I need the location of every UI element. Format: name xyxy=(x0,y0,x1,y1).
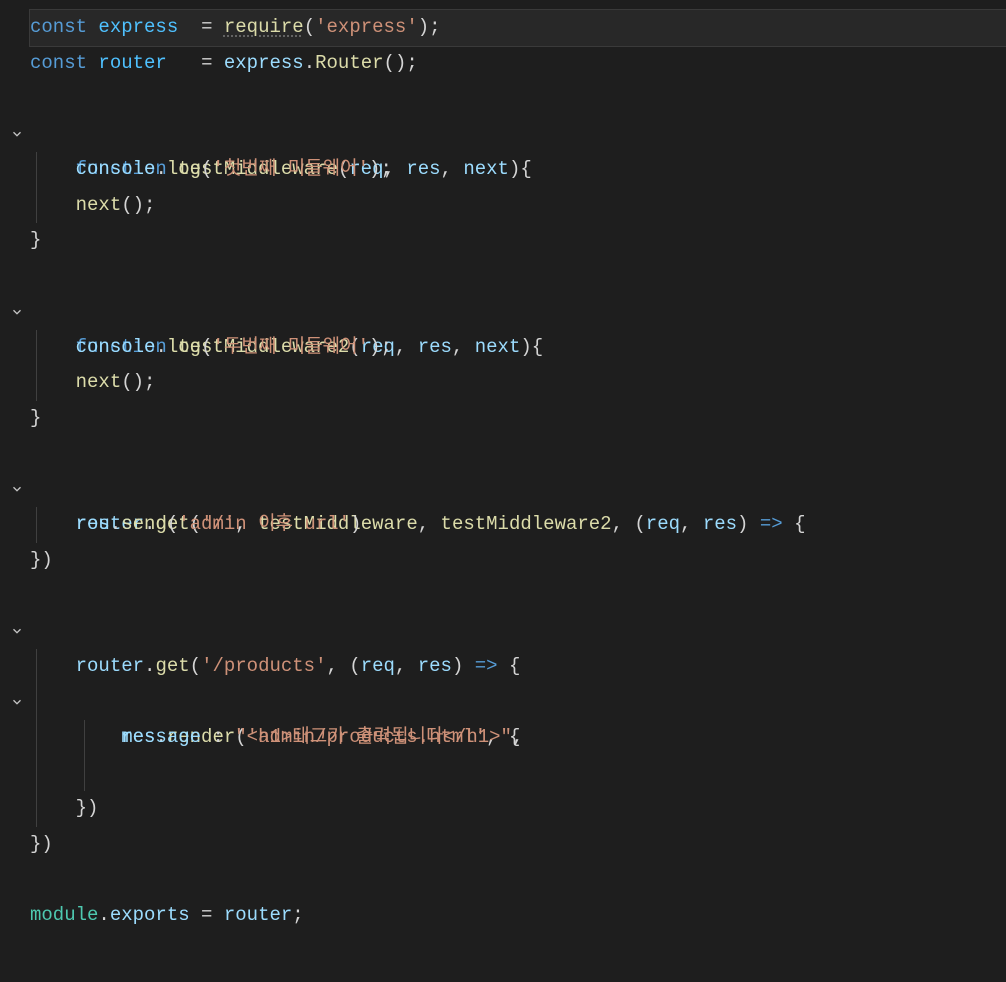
code-line[interactable]: next(); xyxy=(30,365,1006,401)
dot: . xyxy=(155,158,166,180)
paren: ( xyxy=(167,513,178,535)
indent xyxy=(30,726,121,748)
code-line[interactable]: res.render('admin/products.html', { xyxy=(30,685,1006,721)
string-literal: 'express' xyxy=(315,16,418,38)
string-literal: "<h1>태그가 출력됩니다</h1>" xyxy=(235,726,512,748)
code-line[interactable]: }) xyxy=(30,827,1006,863)
paren: ( xyxy=(121,371,132,393)
ref-express: express xyxy=(224,52,304,74)
fn-next: next xyxy=(76,371,122,393)
code-line[interactable]: } xyxy=(30,401,1006,437)
fold-chevron-icon[interactable] xyxy=(8,472,26,508)
dot: . xyxy=(304,52,315,74)
code-line[interactable]: }) xyxy=(30,543,1006,579)
paren: ) xyxy=(133,371,144,393)
keyword-const: const xyxy=(30,16,87,38)
var-router: router xyxy=(98,52,166,74)
code-line[interactable]: function testMiddleware2(req, res, next)… xyxy=(30,294,1006,330)
fn-router: Router xyxy=(315,52,383,74)
semicolon: ; xyxy=(144,371,155,393)
fn-log: log xyxy=(167,336,201,358)
blank-line[interactable] xyxy=(30,81,1006,117)
paren: ( xyxy=(201,158,212,180)
ref-console: console xyxy=(76,158,156,180)
code-line[interactable]: const express = require('express'); xyxy=(30,10,1006,46)
fn-send: send xyxy=(121,513,167,535)
blank-line[interactable] xyxy=(30,862,1006,898)
blank-line[interactable] xyxy=(30,649,1006,685)
dot: . xyxy=(110,513,121,535)
string-literal: '첫번째 미들웨어' xyxy=(212,158,369,180)
operator-eq: = xyxy=(190,904,224,926)
keyword-const: const xyxy=(30,52,87,74)
ref-console: console xyxy=(76,336,156,358)
operator-eq: = xyxy=(201,52,212,74)
fn-log: log xyxy=(167,158,201,180)
semicolon: ; xyxy=(406,52,417,74)
brace: }) xyxy=(30,833,53,855)
paren: ( xyxy=(384,52,395,74)
fold-chevron-icon[interactable] xyxy=(8,685,26,721)
ref-module: module xyxy=(30,904,98,926)
code-line[interactable]: module.exports = router; xyxy=(30,898,1006,934)
code-line[interactable]: next(); xyxy=(30,188,1006,224)
code-line[interactable]: message : "<h1>태그가 출력됩니다</h1>", xyxy=(30,720,1006,756)
code-editor[interactable]: const express = require('express'); cons… xyxy=(0,0,1006,933)
paren: ( xyxy=(201,336,212,358)
dot: . xyxy=(98,904,109,926)
operator-eq: = xyxy=(201,16,212,38)
string-literal: '두번째 미들웨어' xyxy=(212,336,369,358)
semicolon: ; xyxy=(380,336,391,358)
paren: ) xyxy=(133,194,144,216)
code-line[interactable]: }) xyxy=(30,791,1006,827)
ref-router: router xyxy=(224,904,292,926)
colon: : xyxy=(201,726,235,748)
paren: ) xyxy=(369,336,380,358)
code-line[interactable]: console.log('두번째 미들웨어'); xyxy=(30,330,1006,366)
brace: } xyxy=(30,229,41,251)
blank-line[interactable] xyxy=(30,436,1006,472)
code-line[interactable]: } xyxy=(30,223,1006,259)
blank-line[interactable] xyxy=(30,578,1006,614)
blank-line[interactable] xyxy=(30,259,1006,295)
paren: ) xyxy=(350,513,361,535)
code-line[interactable]: router.get('/', testMiddleware, testMidd… xyxy=(30,472,1006,508)
fold-chevron-icon[interactable] xyxy=(8,117,26,153)
string-literal: 'admin 이후 url' xyxy=(178,513,350,535)
paren: ( xyxy=(121,194,132,216)
property: message xyxy=(121,726,201,748)
brace: } xyxy=(30,407,41,429)
blank-line[interactable] xyxy=(30,756,1006,792)
fold-chevron-icon[interactable] xyxy=(8,614,26,650)
semicolon: ; xyxy=(144,194,155,216)
paren: ) xyxy=(395,52,406,74)
brace: }) xyxy=(76,797,99,819)
paren: ) xyxy=(369,158,380,180)
dot: . xyxy=(155,336,166,358)
property: exports xyxy=(110,904,190,926)
code-line[interactable]: router.get('/products', (req, res) => { xyxy=(30,614,1006,650)
semicolon: ; xyxy=(292,904,303,926)
paren: ) xyxy=(418,16,429,38)
var-express: express xyxy=(98,16,178,38)
code-line[interactable]: function testMiddleware(req, res, next){ xyxy=(30,117,1006,153)
brace: }) xyxy=(30,549,53,571)
comma: , xyxy=(512,726,523,748)
code-line[interactable]: const router = express.Router(); xyxy=(30,46,1006,82)
fn-require: require xyxy=(224,16,304,38)
semicolon: ; xyxy=(429,16,440,38)
semicolon: ; xyxy=(380,158,391,180)
paren: ( xyxy=(304,16,315,38)
fn-next: next xyxy=(76,194,122,216)
ref-res: res xyxy=(76,513,110,535)
code-line[interactable]: console.log('첫번째 미들웨어'); xyxy=(30,152,1006,188)
fold-chevron-icon[interactable] xyxy=(8,294,26,330)
code-line[interactable]: res.send('admin 이후 url') xyxy=(30,507,1006,543)
